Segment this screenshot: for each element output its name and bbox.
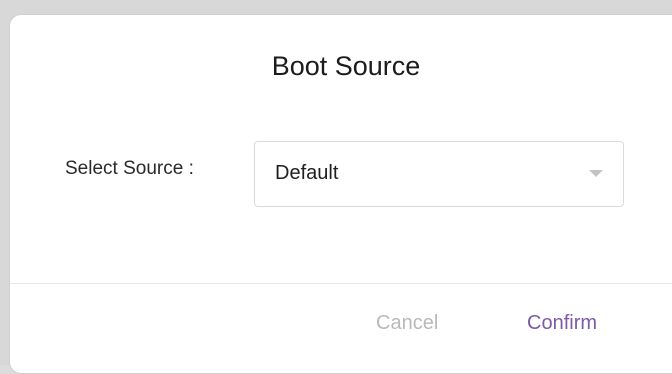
boot-source-dialog: Boot Source Select Source : Default Canc… bbox=[9, 14, 672, 374]
cancel-button[interactable]: Cancel bbox=[376, 312, 438, 335]
confirm-button[interactable]: Confirm bbox=[527, 312, 597, 335]
select-source-label: Select Source : bbox=[65, 158, 194, 179]
chevron-down-icon bbox=[589, 170, 603, 177]
select-value: Default bbox=[275, 162, 339, 184]
footer-divider bbox=[10, 283, 672, 284]
dialog-title: Boot Source bbox=[271, 51, 421, 81]
boot-source-select[interactable]: Default bbox=[254, 141, 624, 207]
